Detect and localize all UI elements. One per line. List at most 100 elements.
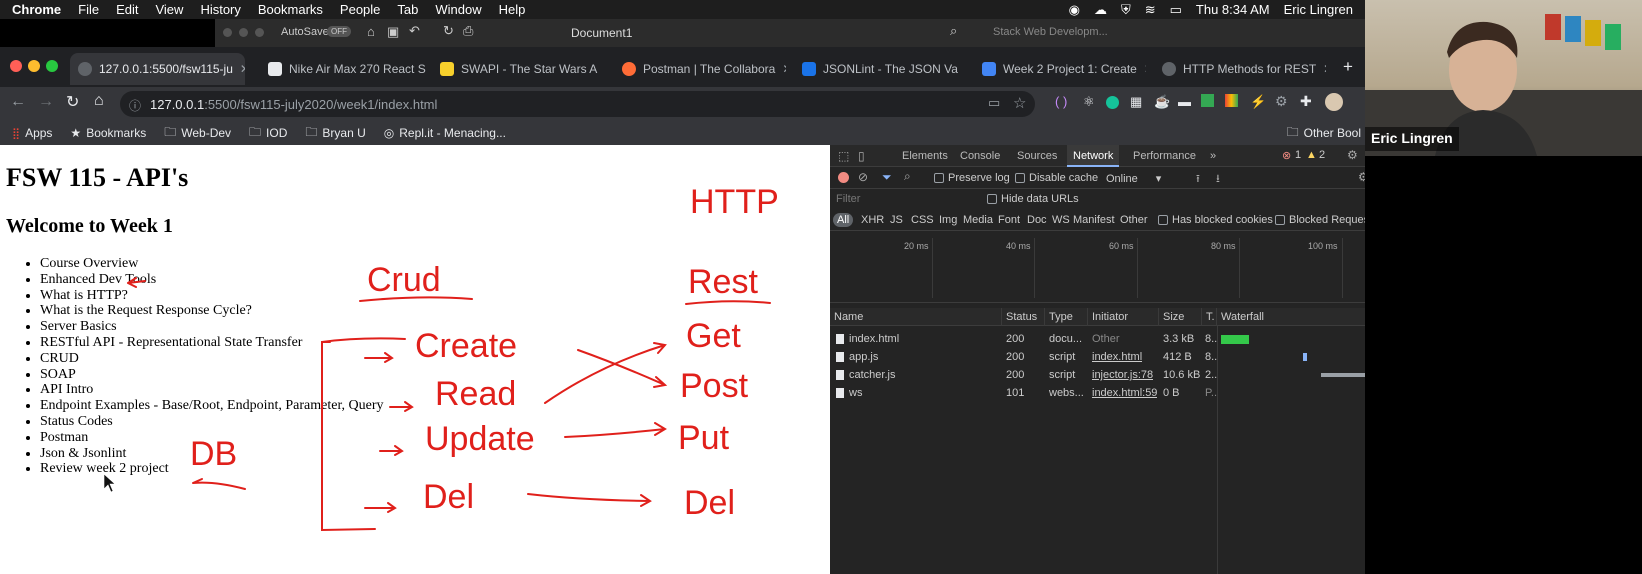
print-icon[interactable]: ⎙: [463, 23, 473, 39]
redo-icon[interactable]: ↻: [443, 23, 454, 39]
bookmark-bryan-u[interactable]: 🗀 Bryan U: [305, 123, 365, 144]
type-filter-all[interactable]: All: [833, 213, 854, 227]
disable-cache-checkbox[interactable]: [1015, 173, 1025, 184]
extension-grid-icon[interactable]: ▦: [1130, 94, 1142, 110]
column-time[interactable]: T.: [1202, 308, 1217, 326]
close-tab-icon[interactable]: ✕: [240, 62, 245, 76]
error-count-icon[interactable]: ⊗: [1282, 149, 1291, 162]
bookmark-bookmarks[interactable]: ★ Bookmarks: [70, 126, 146, 140]
request-row[interactable]: ws 101 webs... index.html:59 0 B P...: [830, 384, 1410, 402]
wifi-icon[interactable]: ≋: [1145, 2, 1156, 18]
devtools-tab-console[interactable]: Console: [954, 145, 1006, 167]
column-name[interactable]: Name: [830, 308, 1002, 326]
reload-icon[interactable]: ↻: [66, 92, 79, 112]
tab-week2-project[interactable]: Week 2 Project 1: Create ✕: [974, 53, 1146, 85]
shield-icon[interactable]: ⛨: [1121, 2, 1131, 18]
devtools-tab-network[interactable]: Network: [1067, 145, 1120, 167]
cast-icon[interactable]: ▭: [988, 95, 1000, 111]
menubar-user[interactable]: Eric Lingren: [1284, 2, 1353, 17]
clear-icon[interactable]: ⊘: [858, 170, 868, 184]
extension-color-icon[interactable]: [1225, 94, 1238, 107]
creative-cloud-icon[interactable]: ☁: [1094, 2, 1107, 18]
request-row[interactable]: app.js 200 script index.html 412 B 8...: [830, 348, 1410, 366]
more-tabs-icon[interactable]: »: [1204, 145, 1222, 167]
extension-download-icon[interactable]: [1201, 94, 1214, 107]
window-close-button[interactable]: [10, 60, 22, 72]
close-tab-icon[interactable]: ✕: [1323, 62, 1326, 76]
close-tab-icon[interactable]: ✕: [965, 62, 966, 76]
column-status[interactable]: Status: [1002, 308, 1045, 326]
request-initiator-link[interactable]: index.html:59: [1092, 384, 1157, 402]
undo-icon[interactable]: ↶: [409, 23, 420, 39]
back-icon[interactable]: ←: [10, 93, 26, 111]
has-blocked-cookies-checkbox[interactable]: [1158, 215, 1168, 226]
export-har-icon[interactable]: ⭳: [1216, 170, 1220, 189]
hide-data-urls-checkbox[interactable]: [987, 194, 997, 205]
hide-data-urls-option[interactable]: Hide data URLs: [987, 193, 1079, 205]
type-filter-img[interactable]: Img: [939, 214, 957, 226]
word-search-icon[interactable]: ⌕: [950, 23, 957, 39]
extension-cup-icon[interactable]: ☕: [1154, 94, 1170, 110]
window-zoom-button[interactable]: [46, 60, 58, 72]
battery-icon[interactable]: ▭: [1170, 2, 1182, 18]
bookmark-replit[interactable]: ◎ Repl.it - Menacing...: [384, 126, 506, 140]
menu-file[interactable]: File: [78, 2, 99, 17]
menu-people[interactable]: People: [340, 2, 380, 17]
window-minimize-button[interactable]: [28, 60, 40, 72]
info-icon[interactable]: ⓘ: [129, 97, 141, 114]
forward-icon[interactable]: →: [38, 93, 54, 111]
tab-postman[interactable]: Postman | The Collabora ✕: [614, 53, 786, 85]
tab-nike[interactable]: Nike Air Max 270 React S ✕: [260, 53, 430, 85]
type-filter-media[interactable]: Media: [963, 214, 993, 226]
tab-http-methods[interactable]: HTTP Methods for REST ✕: [1154, 53, 1326, 85]
device-toolbar-icon[interactable]: ▯: [858, 149, 865, 163]
devtools-tab-elements[interactable]: Elements: [896, 145, 954, 167]
bookmark-other[interactable]: 🗀 Other Bool: [1287, 123, 1365, 144]
devtools-tab-sources[interactable]: Sources: [1011, 145, 1063, 167]
type-filter-manifest[interactable]: Manifest: [1073, 214, 1115, 226]
filter-input[interactable]: Filter: [836, 193, 860, 205]
preserve-log-checkbox[interactable]: [934, 173, 944, 184]
tab-jsonlint[interactable]: JSONLint - The JSON Va ✕: [794, 53, 966, 85]
search-icon[interactable]: ⌕: [904, 169, 911, 184]
type-filter-js[interactable]: JS: [890, 214, 903, 226]
disable-cache-option[interactable]: Disable cache: [1015, 172, 1098, 184]
grammarly-icon[interactable]: [1106, 96, 1119, 109]
request-initiator-link[interactable]: injector.js:78: [1092, 366, 1153, 384]
address-bar[interactable]: ⓘ 127.0.0.1 :5500/fsw115-july2020/week1/…: [120, 91, 1035, 117]
extension-bracket-icon[interactable]: ( ): [1055, 94, 1067, 109]
save-icon[interactable]: ▣: [387, 24, 399, 40]
blocked-requests-option[interactable]: Blocked Requests: [1275, 214, 1378, 226]
tab-localhost[interactable]: 127.0.0.1:5500/fsw115-ju ✕: [70, 53, 245, 85]
bookmark-apps[interactable]: ⣿ Apps: [12, 126, 52, 140]
menu-tab[interactable]: Tab: [397, 2, 418, 17]
bookmark-iod[interactable]: 🗀 IOD: [249, 123, 287, 144]
column-size[interactable]: Size: [1159, 308, 1202, 326]
extensions-puzzle-icon[interactable]: ✚: [1300, 93, 1312, 110]
word-minimize-dot[interactable]: [239, 28, 248, 37]
warning-count-icon[interactable]: ▲: [1306, 149, 1317, 161]
menubar-clock[interactable]: Thu 8:34 AM: [1196, 2, 1270, 17]
has-blocked-cookies-option[interactable]: Has blocked cookies: [1158, 214, 1273, 226]
new-tab-icon[interactable]: +: [1343, 57, 1353, 77]
type-filter-css[interactable]: CSS: [911, 214, 934, 226]
type-filter-font[interactable]: Font: [998, 214, 1020, 226]
blocked-requests-checkbox[interactable]: [1275, 215, 1285, 226]
home-icon[interactable]: ⌂: [94, 92, 104, 110]
background-tab-title[interactable]: Stack Web Developm...: [993, 26, 1108, 38]
close-tab-icon[interactable]: ✕: [1144, 62, 1146, 76]
request-row[interactable]: catcher.js 200 script injector.js:78 10.…: [830, 366, 1410, 384]
word-close-dot[interactable]: [223, 28, 232, 37]
extension-gear-icon[interactable]: ⚙: [1275, 93, 1288, 110]
home-icon[interactable]: ⌂: [367, 24, 375, 39]
word-zoom-dot[interactable]: [255, 28, 264, 37]
request-initiator-link[interactable]: index.html: [1092, 348, 1142, 366]
column-initiator[interactable]: Initiator: [1088, 308, 1159, 326]
devtools-settings-icon[interactable]: ⚙: [1347, 148, 1358, 162]
react-devtools-icon[interactable]: ⚛: [1083, 94, 1095, 110]
type-filter-doc[interactable]: Doc: [1027, 214, 1047, 226]
type-filter-ws[interactable]: WS: [1052, 214, 1070, 226]
menu-history[interactable]: History: [200, 2, 240, 17]
extension-folder-icon[interactable]: ▬: [1178, 94, 1191, 109]
close-tab-icon[interactable]: ✕: [782, 62, 786, 76]
